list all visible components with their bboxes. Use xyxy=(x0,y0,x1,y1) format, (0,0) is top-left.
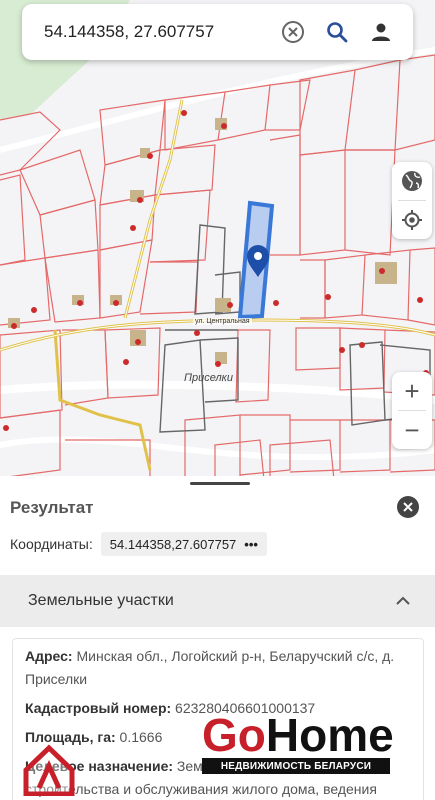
minus-icon: − xyxy=(404,415,420,445)
coordinates-chip[interactable]: 54.144358,27.607757 ••• xyxy=(100,532,267,556)
logo-tagline: НЕДВИЖИМОСТЬ БЕЛАРУСИ xyxy=(202,758,390,774)
place-label: Приселки xyxy=(184,372,233,384)
close-button[interactable] xyxy=(397,496,419,518)
user-icon xyxy=(372,23,390,41)
chevron-up-icon xyxy=(396,596,410,605)
cadastral-map xyxy=(0,0,435,500)
address-value: Минская обл., Логойский р-н, Беларучский… xyxy=(25,648,395,687)
plus-icon: + xyxy=(404,376,420,406)
zoom-in-button[interactable]: + xyxy=(392,372,432,410)
address-label: Адрес: xyxy=(25,648,73,664)
map-view[interactable]: ул. Центральная Приселки 54.144358, 27.6… xyxy=(0,0,435,500)
coordinates-row: Координаты: 54.144358,27.607757 ••• xyxy=(10,532,267,556)
layers-button[interactable] xyxy=(392,162,432,200)
drag-handle[interactable] xyxy=(190,482,250,485)
clear-icon xyxy=(282,21,304,43)
account-button[interactable] xyxy=(359,10,403,54)
globe-icon xyxy=(402,171,422,191)
search-input[interactable] xyxy=(22,22,271,42)
search-button[interactable] xyxy=(315,10,359,54)
house-logo-icon xyxy=(23,744,75,796)
more-icon[interactable]: ••• xyxy=(244,537,258,552)
clear-button[interactable] xyxy=(271,10,315,54)
address-row: Адрес: Минская обл., Логойский р-н, Бела… xyxy=(25,645,411,691)
section-title: Земельные участки xyxy=(28,592,174,609)
land-plots-section-header[interactable]: Земельные участки xyxy=(0,575,435,627)
cadastral-label: Кадастровый номер: xyxy=(25,700,172,716)
my-location-button[interactable] xyxy=(392,201,432,239)
logo-home: Home xyxy=(265,709,394,761)
area-value: 0.1666 xyxy=(115,729,163,745)
search-icon xyxy=(327,22,348,43)
map-tools xyxy=(392,162,432,239)
close-icon xyxy=(403,502,413,512)
street-label: ул. Центральная xyxy=(193,318,252,325)
search-bar xyxy=(22,4,413,60)
coordinates-value: 54.144358,27.607757 xyxy=(109,536,237,552)
sheet-title: Результат xyxy=(10,498,94,517)
crosshair-icon xyxy=(402,210,422,230)
gray-parcels xyxy=(159,224,431,433)
coordinates-label: Координаты: xyxy=(10,536,93,552)
zoom-out-button[interactable]: − xyxy=(392,411,432,449)
gohome-logo: GoHome xyxy=(202,712,394,758)
zoom-controls: + − xyxy=(392,372,432,449)
logo-go: Go xyxy=(202,709,266,761)
